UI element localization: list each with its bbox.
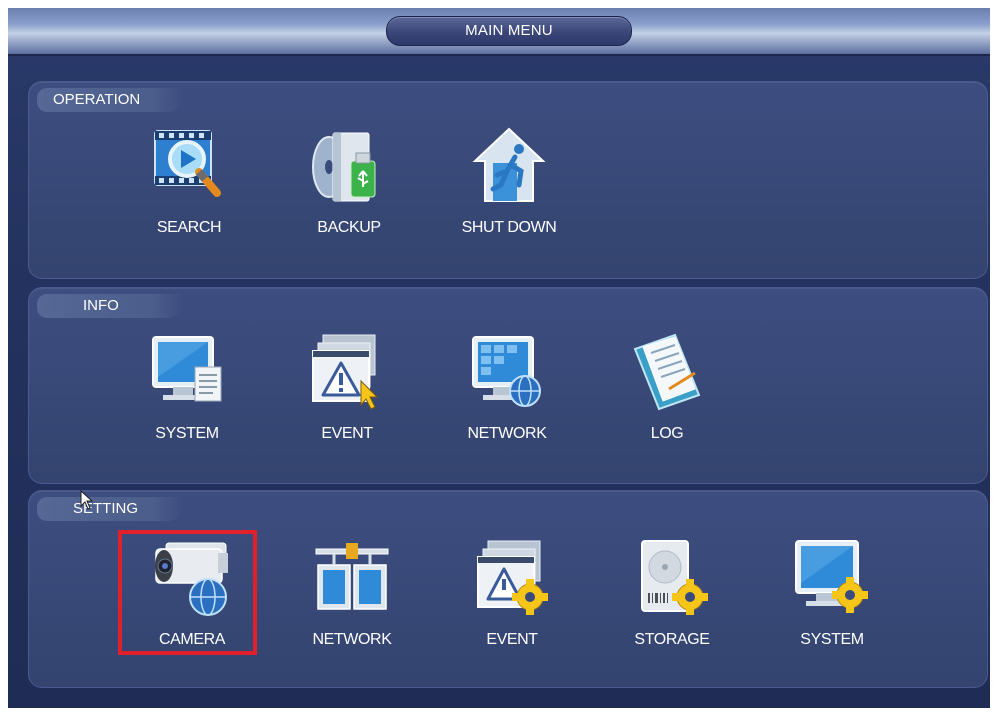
operation-section-label: OPERATION (37, 88, 183, 112)
system-info-icon (149, 333, 225, 419)
mouse-pointer-icon (80, 489, 94, 510)
storage-label: STORAGE (634, 631, 710, 648)
main-menu-title: MAIN MENU (386, 16, 632, 46)
event-info-label: EVENT (321, 425, 373, 442)
operation-panel: OPERATION SEARCH BACKUP SHUT DOWN (28, 81, 988, 279)
system-setting-label: SYSTEM (800, 631, 864, 648)
info-section-label: INFO (37, 294, 183, 318)
storage-tile[interactable]: STORAGE (612, 539, 732, 669)
shutdown-tile[interactable]: SHUT DOWN (449, 127, 569, 257)
search-label: SEARCH (156, 219, 222, 236)
log-tile[interactable]: LOG (607, 333, 727, 463)
search-icon (151, 127, 227, 213)
shutdown-icon (471, 127, 547, 213)
network-setting-icon (314, 539, 390, 625)
system-setting-tile[interactable]: SYSTEM (772, 539, 892, 669)
shutdown-label: SHUT DOWN (461, 219, 557, 236)
backup-icon (311, 127, 387, 213)
event-setting-icon (474, 539, 550, 625)
backup-label: BACKUP (317, 219, 381, 236)
network-info-tile[interactable]: NETWORK (447, 333, 567, 463)
setting-section-label: SETTING (37, 497, 183, 521)
log-icon (629, 333, 705, 419)
network-setting-label: NETWORK (312, 631, 392, 648)
log-label: LOG (650, 425, 684, 442)
event-info-tile[interactable]: EVENT (287, 333, 407, 463)
network-info-icon (469, 333, 545, 419)
event-info-icon (309, 333, 385, 419)
camera-selection-highlight (118, 530, 257, 655)
backup-tile[interactable]: BACKUP (289, 127, 409, 257)
system-info-tile[interactable]: SYSTEM (127, 333, 247, 463)
system-info-label: SYSTEM (155, 425, 219, 442)
event-setting-label: EVENT (486, 631, 538, 648)
storage-icon (634, 539, 710, 625)
system-setting-icon (794, 539, 870, 625)
network-setting-tile[interactable]: NETWORK (292, 539, 412, 669)
title-bar: MAIN MENU (8, 8, 990, 56)
network-info-label: NETWORK (467, 425, 547, 442)
search-tile[interactable]: SEARCH (129, 127, 249, 257)
info-panel: INFO SYSTEM EVENT NETWORK LOG (28, 287, 988, 484)
event-setting-tile[interactable]: EVENT (452, 539, 572, 669)
